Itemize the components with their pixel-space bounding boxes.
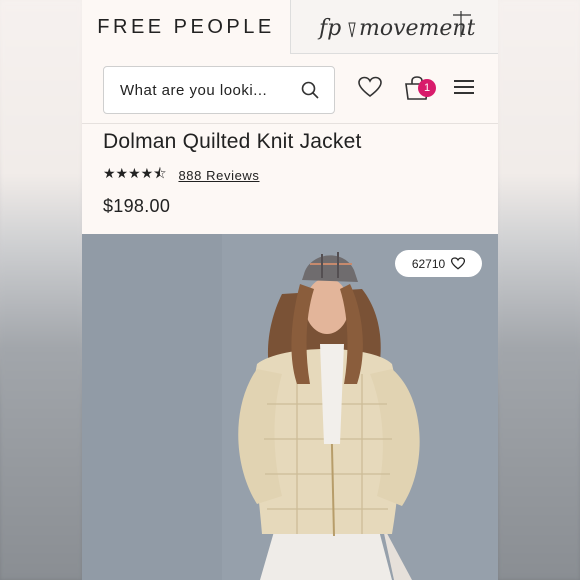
like-count: 62710 xyxy=(411,256,446,271)
model-wearing-jacket-image xyxy=(82,234,498,580)
heart-icon xyxy=(451,257,466,270)
search-input[interactable]: What are you looki... xyxy=(103,66,335,114)
rating-row: ★★★★⯪ 888 Reviews xyxy=(103,163,260,187)
product-page: FREE PEOPLE fp movement What are you loo… xyxy=(82,0,498,580)
menu-icon[interactable] xyxy=(454,80,474,96)
svg-text:fp: fp xyxy=(317,16,341,41)
right-backdrop xyxy=(498,0,580,580)
fpmovement-script-logo: fp movement xyxy=(317,10,475,41)
cart-count-badge: 1 xyxy=(418,79,436,97)
search-icon[interactable] xyxy=(300,80,320,100)
fpmovement-logo[interactable]: fp movement xyxy=(290,0,498,54)
like-count-pill[interactable]: 62710 xyxy=(395,250,482,277)
wishlist-heart-icon[interactable] xyxy=(358,76,382,98)
half-star-icon: ⯪ xyxy=(153,165,167,181)
brand-header: FREE PEOPLE fp movement xyxy=(82,0,498,54)
product-title: Dolman Quilted Knit Jacket xyxy=(103,130,362,153)
svg-text:movement: movement xyxy=(359,16,475,41)
reviews-link[interactable]: 888 Reviews xyxy=(178,168,259,183)
product-photo[interactable]: 62710 xyxy=(82,234,498,580)
left-backdrop xyxy=(0,0,82,580)
star-rating: ★★★★⯪ xyxy=(103,165,167,181)
free-people-logo[interactable]: FREE PEOPLE xyxy=(82,0,290,54)
search-placeholder: What are you looki... xyxy=(120,81,268,99)
header-divider xyxy=(82,123,498,124)
product-price: $198.00 xyxy=(103,196,171,216)
